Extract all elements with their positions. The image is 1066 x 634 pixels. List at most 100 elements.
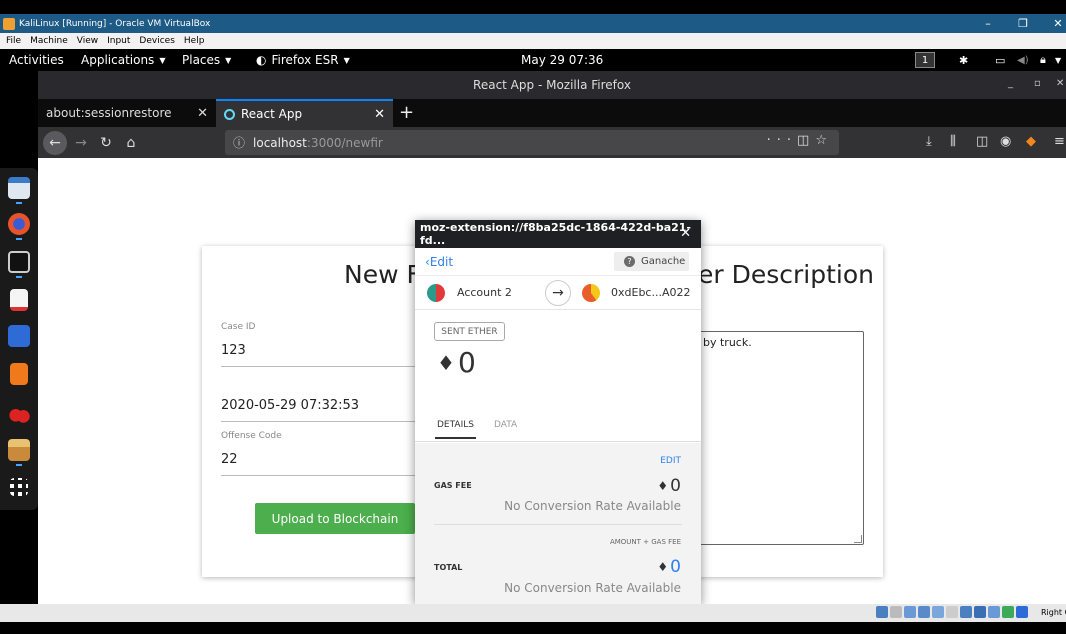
- close-icon[interactable]: ✕: [1056, 78, 1064, 89]
- clock[interactable]: May 29 07:36: [521, 49, 603, 71]
- restore-icon[interactable]: ❐: [1008, 14, 1038, 33]
- files-icon[interactable]: [8, 177, 30, 199]
- download-icon[interactable]: ⤓: [926, 134, 932, 149]
- new-tab-plus-icon[interactable]: +: [399, 102, 414, 123]
- resize-grip-icon[interactable]: [854, 535, 862, 543]
- metasploit-icon[interactable]: [8, 325, 30, 347]
- tab-session-restore[interactable]: about:sessionrestore ✕: [38, 99, 216, 127]
- optical-drive-icon[interactable]: [890, 606, 902, 618]
- virtualbox-app-icon: [3, 17, 15, 30]
- edit-label: Edit: [429, 255, 454, 269]
- terminal-icon[interactable]: [8, 251, 30, 273]
- gnome-top-bar: Activities Applications ▼ Places ▼ ◐ Firefo…: [0, 49, 1066, 71]
- popup-header: moz-extension://f8ba25dc-1864-422d-ba21-…: [415, 220, 701, 248]
- bottom-border: [0, 622, 1066, 634]
- keyboard-icon[interactable]: [1016, 606, 1028, 618]
- workspace-indicator[interactable]: 1: [915, 49, 935, 71]
- firefox-title-bar: React App - Mozilla Firefox _ ▫ ✕: [38, 71, 1066, 99]
- display-icon[interactable]: [960, 606, 972, 618]
- puzzle-icon[interactable]: ✱: [959, 49, 968, 71]
- applications-menu[interactable]: Applications ▼: [81, 49, 165, 71]
- details-panel: EDIT GAS FEE ♦ 0 No Conversion Rate Avail…: [415, 443, 701, 604]
- firefox-icon[interactable]: [8, 213, 30, 235]
- activities-button[interactable]: Activities: [9, 49, 64, 71]
- firefox-app-label: Firefox ESR: [271, 53, 339, 67]
- minimize-icon[interactable]: –: [973, 14, 1003, 33]
- description-textarea[interactable]: by truck.: [696, 331, 864, 545]
- app-grid-icon[interactable]: [10, 478, 28, 496]
- case-id-input[interactable]: 123: [221, 343, 246, 358]
- account-icon[interactable]: ◉: [1000, 134, 1011, 149]
- offense-code-input[interactable]: 22: [221, 452, 238, 467]
- volume-icon[interactable]: ◀): [1017, 49, 1029, 71]
- to-account[interactable]: 0xdEbc...A022: [611, 286, 690, 299]
- minimize-icon[interactable]: _: [1008, 78, 1013, 89]
- edit-gas-link[interactable]: EDIT: [660, 456, 681, 466]
- screen-icon[interactable]: ▭: [995, 49, 1005, 71]
- navigation-toolbar: ← → ↻ ⌂ ⓘ localhost:3000/newfir ···◫☆ ⤓ …: [38, 127, 1066, 158]
- places-menu[interactable]: Places ▼: [182, 49, 231, 71]
- metamask-popup: moz-extension://f8ba25dc-1864-422d-ba21-…: [415, 220, 701, 604]
- menu-machine[interactable]: Machine: [30, 36, 68, 46]
- sent-ether-badge: SENT ETHER: [434, 322, 505, 341]
- audio-icon[interactable]: [904, 606, 916, 618]
- library-icon[interactable]: ⫼: [950, 134, 956, 149]
- tab-react-app[interactable]: React App ✕: [216, 99, 393, 127]
- sidebar-icon[interactable]: ◫: [976, 134, 988, 149]
- usb-icon[interactable]: [932, 606, 944, 618]
- network-icon[interactable]: [918, 606, 930, 618]
- applications-label: Applications: [81, 53, 155, 67]
- lock-icon[interactable]: 🔒︎: [1040, 49, 1046, 71]
- cherrytree-icon[interactable]: [8, 401, 30, 423]
- close-icon[interactable]: ✕: [197, 106, 208, 121]
- menu-help[interactable]: Help: [184, 36, 205, 46]
- total-amount: 0: [670, 557, 681, 577]
- close-icon[interactable]: ✕: [680, 226, 691, 241]
- upload-to-blockchain-button[interactable]: Upload to Blockchain: [255, 503, 415, 534]
- extension-url: moz-extension://f8ba25dc-1864-422d-ba21-…: [420, 221, 691, 247]
- burp-suite-icon[interactable]: [10, 363, 28, 385]
- forward-arrow-icon[interactable]: →: [69, 131, 93, 155]
- maximize-icon[interactable]: ▫: [1034, 78, 1041, 89]
- menu-devices[interactable]: Devices: [139, 36, 174, 46]
- offense-code-label: Offense Code: [221, 431, 282, 441]
- workspace-number: 1: [915, 52, 935, 68]
- home-icon[interactable]: ⌂: [119, 131, 143, 155]
- close-icon[interactable]: ✕: [1043, 14, 1066, 33]
- package-icon[interactable]: [8, 439, 30, 461]
- menu-file[interactable]: File: [6, 36, 21, 46]
- firefox-small-icon: ◐: [256, 53, 267, 67]
- power-menu-caret-icon[interactable]: ▼: [1055, 49, 1061, 71]
- page-actions-icons[interactable]: ···◫☆: [767, 133, 833, 148]
- divider: [434, 524, 682, 525]
- network-name: Ganache: [641, 256, 686, 267]
- caret-down-icon: ▼: [225, 55, 232, 65]
- network-pill[interactable]: ? Ganache: [614, 252, 689, 271]
- shared-folder-icon[interactable]: [946, 606, 958, 618]
- tab-strip: about:sessionrestore ✕ React App ✕ +: [38, 99, 1066, 127]
- firefox-app-menu[interactable]: ◐ Firefox ESR ▼: [256, 49, 350, 71]
- cpu-icon[interactable]: [988, 606, 1000, 618]
- popup-top-bar: ‹Edit ? Ganache: [415, 248, 701, 276]
- back-arrow-icon[interactable]: ←: [43, 131, 67, 155]
- url-bar[interactable]: ⓘ localhost:3000/newfir ···◫☆: [225, 130, 839, 155]
- hamburger-menu-icon[interactable]: ≡: [1054, 134, 1065, 149]
- edit-back-link[interactable]: ‹Edit: [425, 255, 453, 269]
- tab-data[interactable]: DATA: [494, 420, 517, 430]
- recording-icon[interactable]: [974, 606, 986, 618]
- tab-details[interactable]: DETAILS: [435, 420, 476, 439]
- metamask-fox-icon[interactable]: ◆: [1026, 134, 1036, 149]
- date-input[interactable]: 2020-05-29 07:32:53: [221, 398, 359, 413]
- mouse-integration-icon[interactable]: [1002, 606, 1014, 618]
- info-icon[interactable]: ⓘ: [233, 134, 245, 151]
- amount-display: ♦ 0: [437, 346, 476, 379]
- text-editor-icon[interactable]: [10, 289, 28, 311]
- gas-fee-value: ♦ 0: [657, 476, 681, 496]
- page-title-left: New F: [344, 260, 421, 289]
- menu-input[interactable]: Input: [107, 36, 130, 46]
- storage-icon[interactable]: [876, 606, 888, 618]
- reload-icon[interactable]: ↻: [94, 131, 118, 155]
- menu-view[interactable]: View: [77, 36, 98, 46]
- close-icon[interactable]: ✕: [374, 107, 385, 122]
- from-account[interactable]: Account 2: [457, 286, 512, 299]
